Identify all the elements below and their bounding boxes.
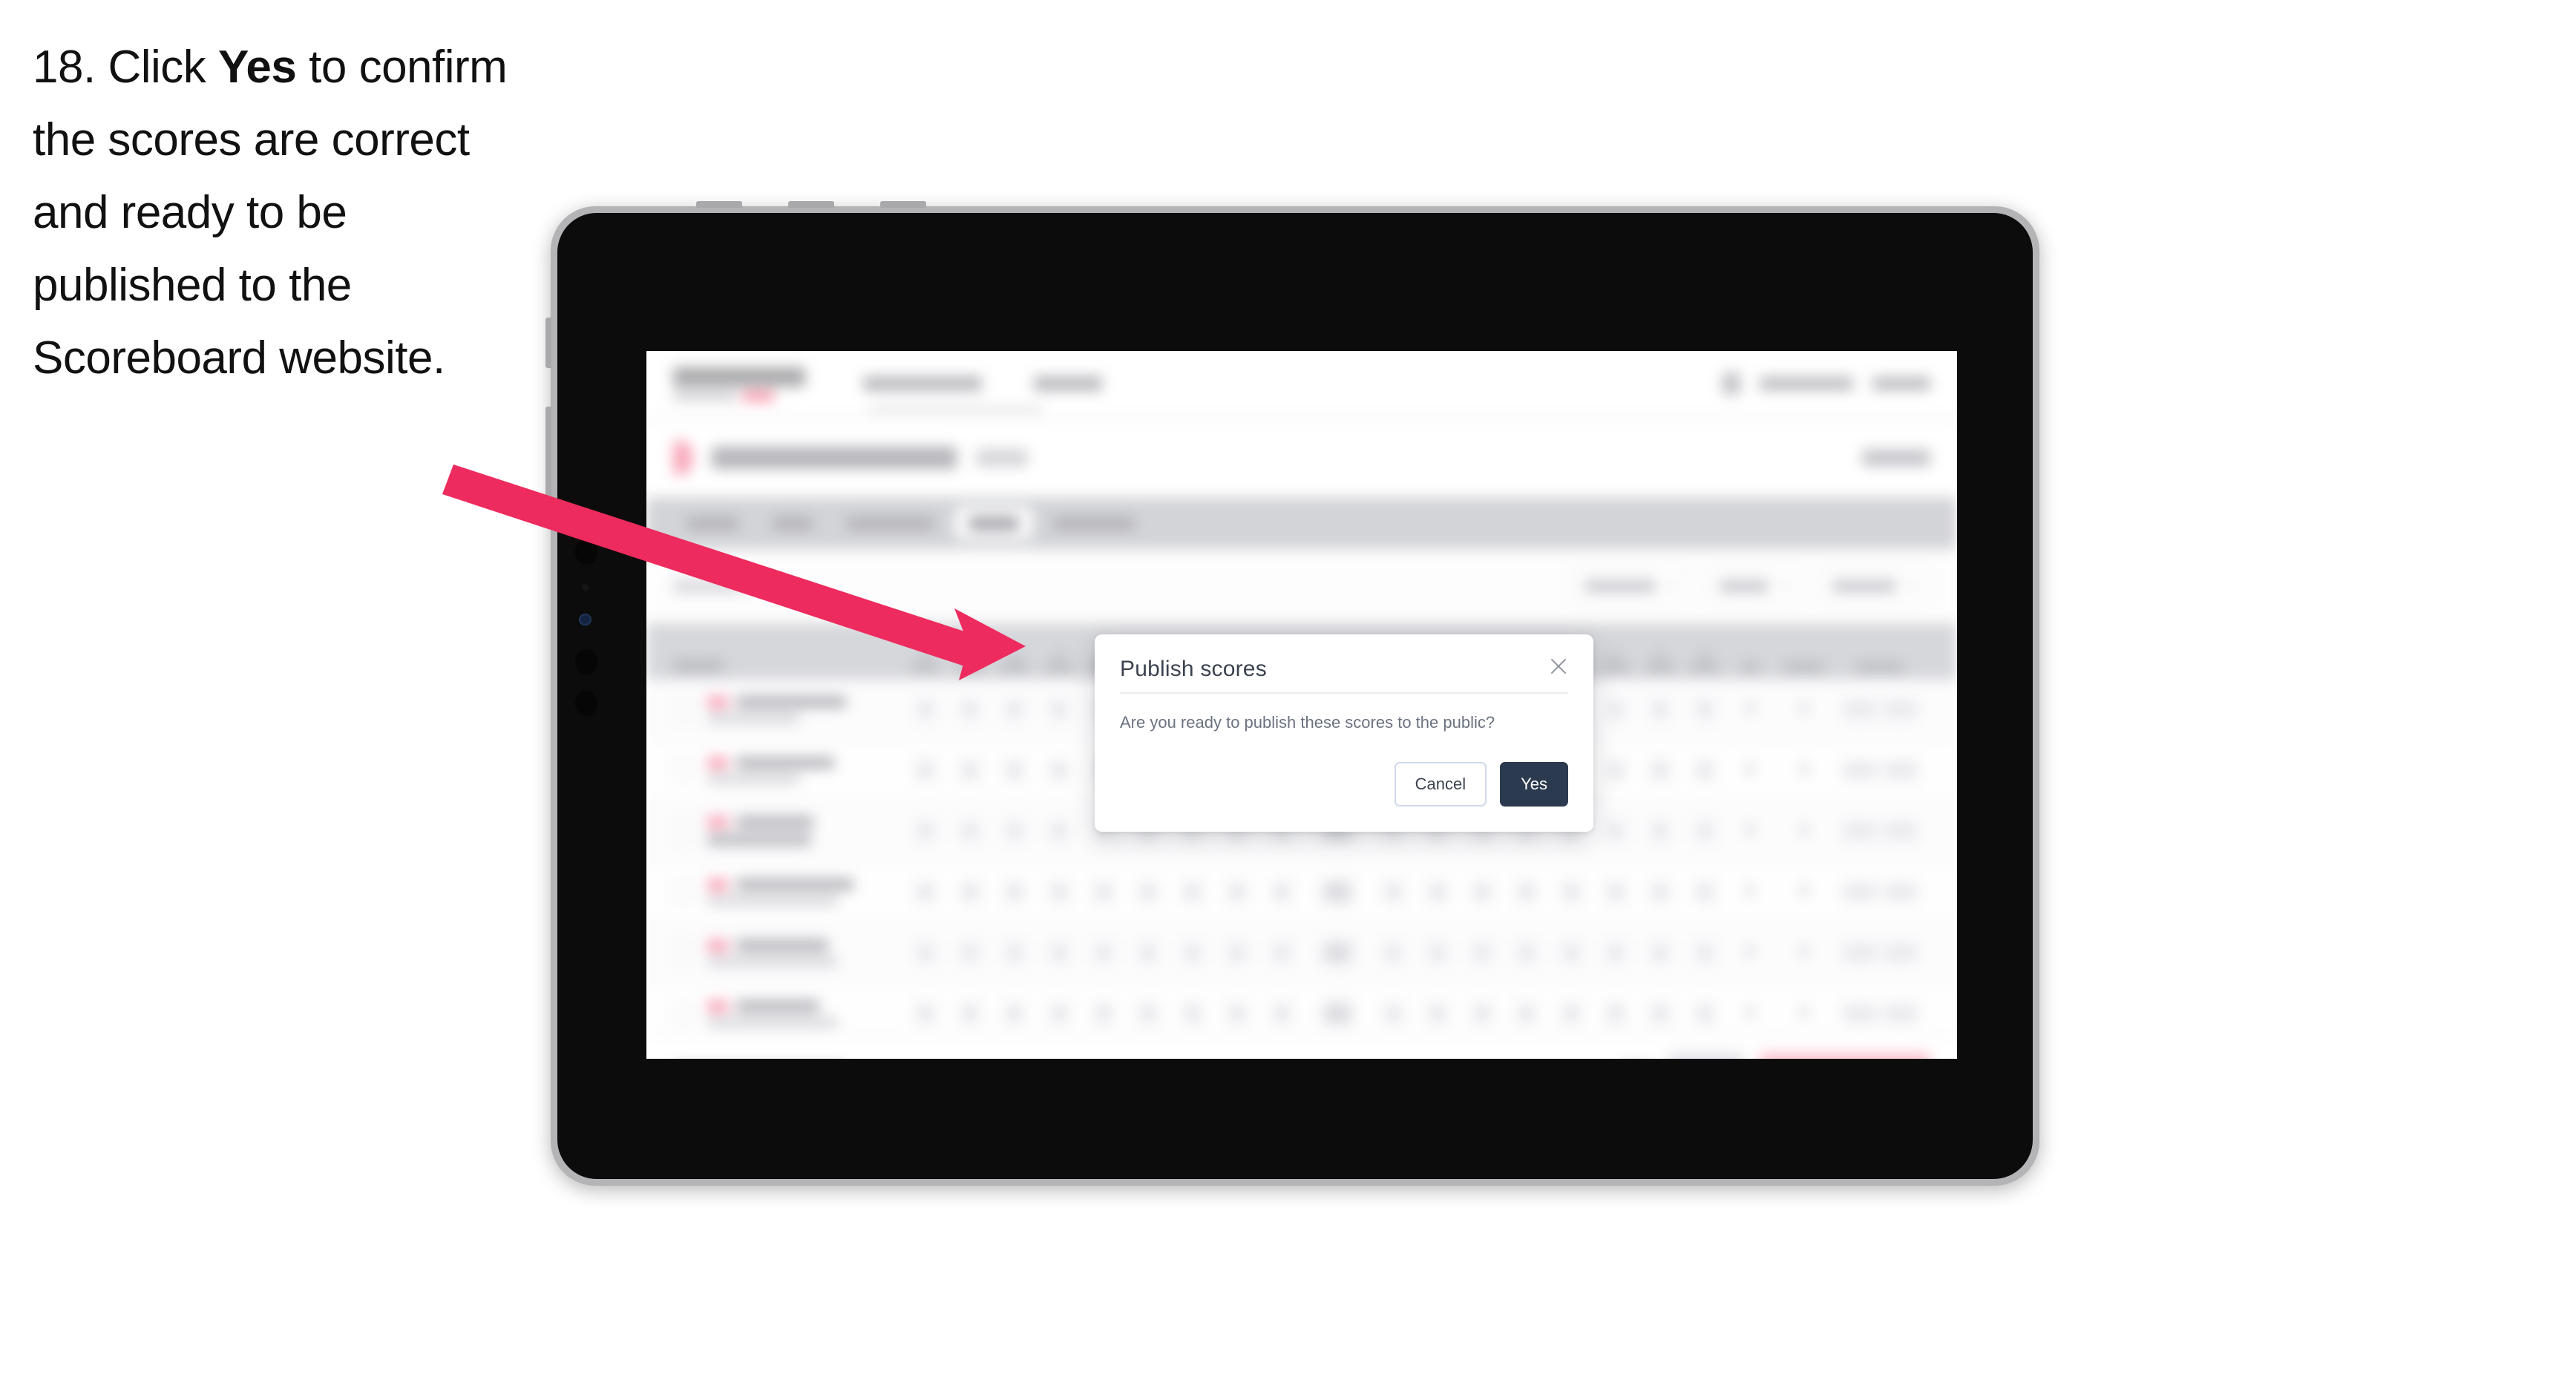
dialog-actions: Cancel Yes bbox=[1120, 762, 1568, 807]
camera-lens-icon bbox=[575, 649, 597, 674]
tablet-side-button-power bbox=[545, 318, 551, 368]
caption-after: to confirm the scores are correct and re… bbox=[33, 42, 508, 384]
camera-sensor-icon bbox=[582, 584, 589, 591]
dialog-divider bbox=[1120, 692, 1568, 694]
tablet-edge-button-2 bbox=[788, 201, 834, 208]
tablet-screen: Publish scores Are you ready to publish … bbox=[646, 351, 1957, 1059]
close-icon[interactable] bbox=[1544, 652, 1573, 680]
dialog-title: Publish scores bbox=[1120, 657, 1267, 681]
yes-button[interactable]: Yes bbox=[1500, 762, 1568, 807]
step-number: 18. bbox=[33, 42, 96, 93]
dialog-message: Are you ready to publish these scores to… bbox=[1120, 713, 1495, 732]
modal-layer: Publish scores Are you ready to publish … bbox=[646, 351, 1957, 1059]
publish-scores-dialog: Publish scores Are you ready to publish … bbox=[1095, 634, 1593, 832]
camera-flash-icon bbox=[579, 614, 591, 625]
instruction-caption: 18. Click Yes to confirm the scores are … bbox=[33, 31, 552, 395]
camera-lens-icon bbox=[575, 539, 597, 565]
caption-emphasis: Yes bbox=[218, 42, 297, 93]
tablet-device: Publish scores Are you ready to publish … bbox=[545, 201, 2039, 1186]
tablet-bezel: Publish scores Are you ready to publish … bbox=[557, 213, 2033, 1179]
tablet-edge-button-3 bbox=[880, 201, 926, 208]
screenshot-root: 18. Click Yes to confirm the scores are … bbox=[0, 0, 2576, 1386]
camera-lens-icon bbox=[575, 691, 597, 716]
tablet-edge-button-1 bbox=[696, 201, 742, 208]
tablet-side-button-volume bbox=[545, 407, 551, 496]
dialog-header: Publish scores bbox=[1120, 657, 1568, 694]
caption-before: Click bbox=[108, 42, 206, 93]
cancel-button[interactable]: Cancel bbox=[1394, 762, 1487, 807]
